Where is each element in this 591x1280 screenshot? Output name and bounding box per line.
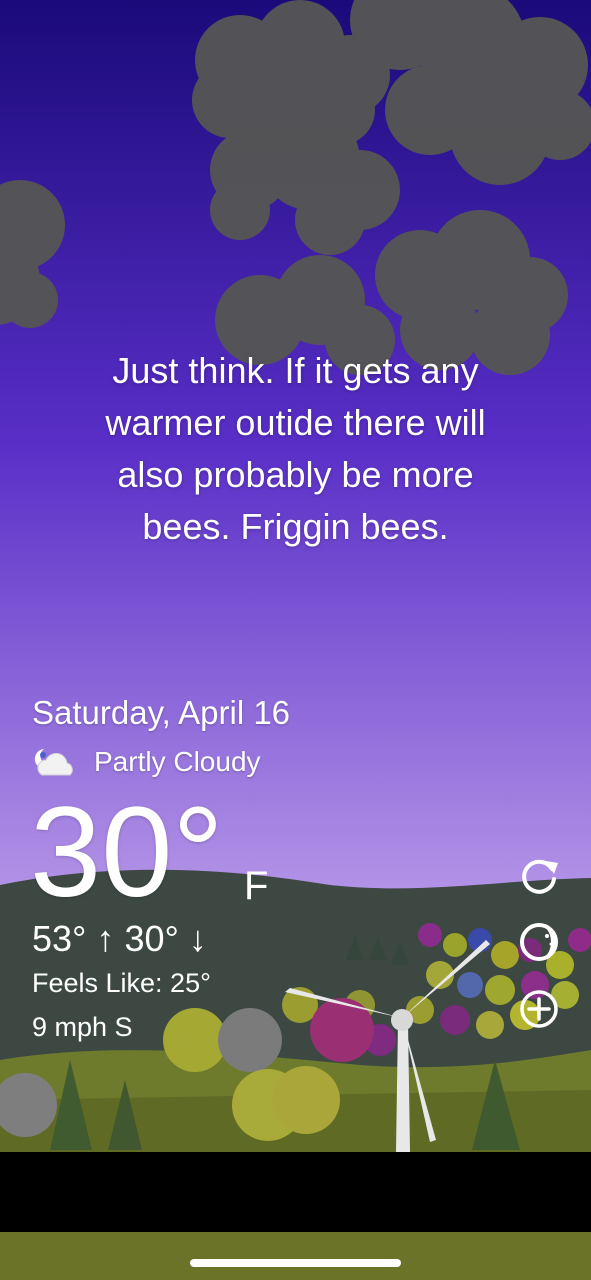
quip-line: bees. Friggin bees.	[142, 506, 449, 547]
home-indicator[interactable]	[190, 1259, 401, 1267]
high-low-temps: 53° ↑ 30° ↓	[32, 918, 207, 959]
quip-line: warmer outide there will	[105, 402, 486, 443]
partly-cloudy-night-icon	[34, 749, 73, 776]
quip-line: also probably be more	[117, 454, 474, 495]
refresh-icon[interactable]	[516, 853, 562, 899]
wind-speed: 9 mph S	[32, 1012, 133, 1042]
condition-label: Partly Cloudy	[94, 746, 261, 777]
background-scene	[0, 0, 591, 1280]
bottom-black-bar	[0, 1152, 591, 1232]
current-temperature: 30°	[30, 781, 224, 924]
quip-line: Just think. If it gets any	[112, 350, 479, 391]
date-label: Saturday, April 16	[32, 694, 291, 731]
feels-like: Feels Like: 25°	[32, 968, 211, 998]
temperature-unit: F	[244, 864, 269, 908]
add-location-icon[interactable]	[516, 986, 562, 1032]
condition-row: Partly Cloudy	[32, 742, 261, 782]
theme-icon[interactable]	[516, 919, 562, 965]
weather-quip: Just think. If it gets any warmer outide…	[40, 345, 551, 553]
